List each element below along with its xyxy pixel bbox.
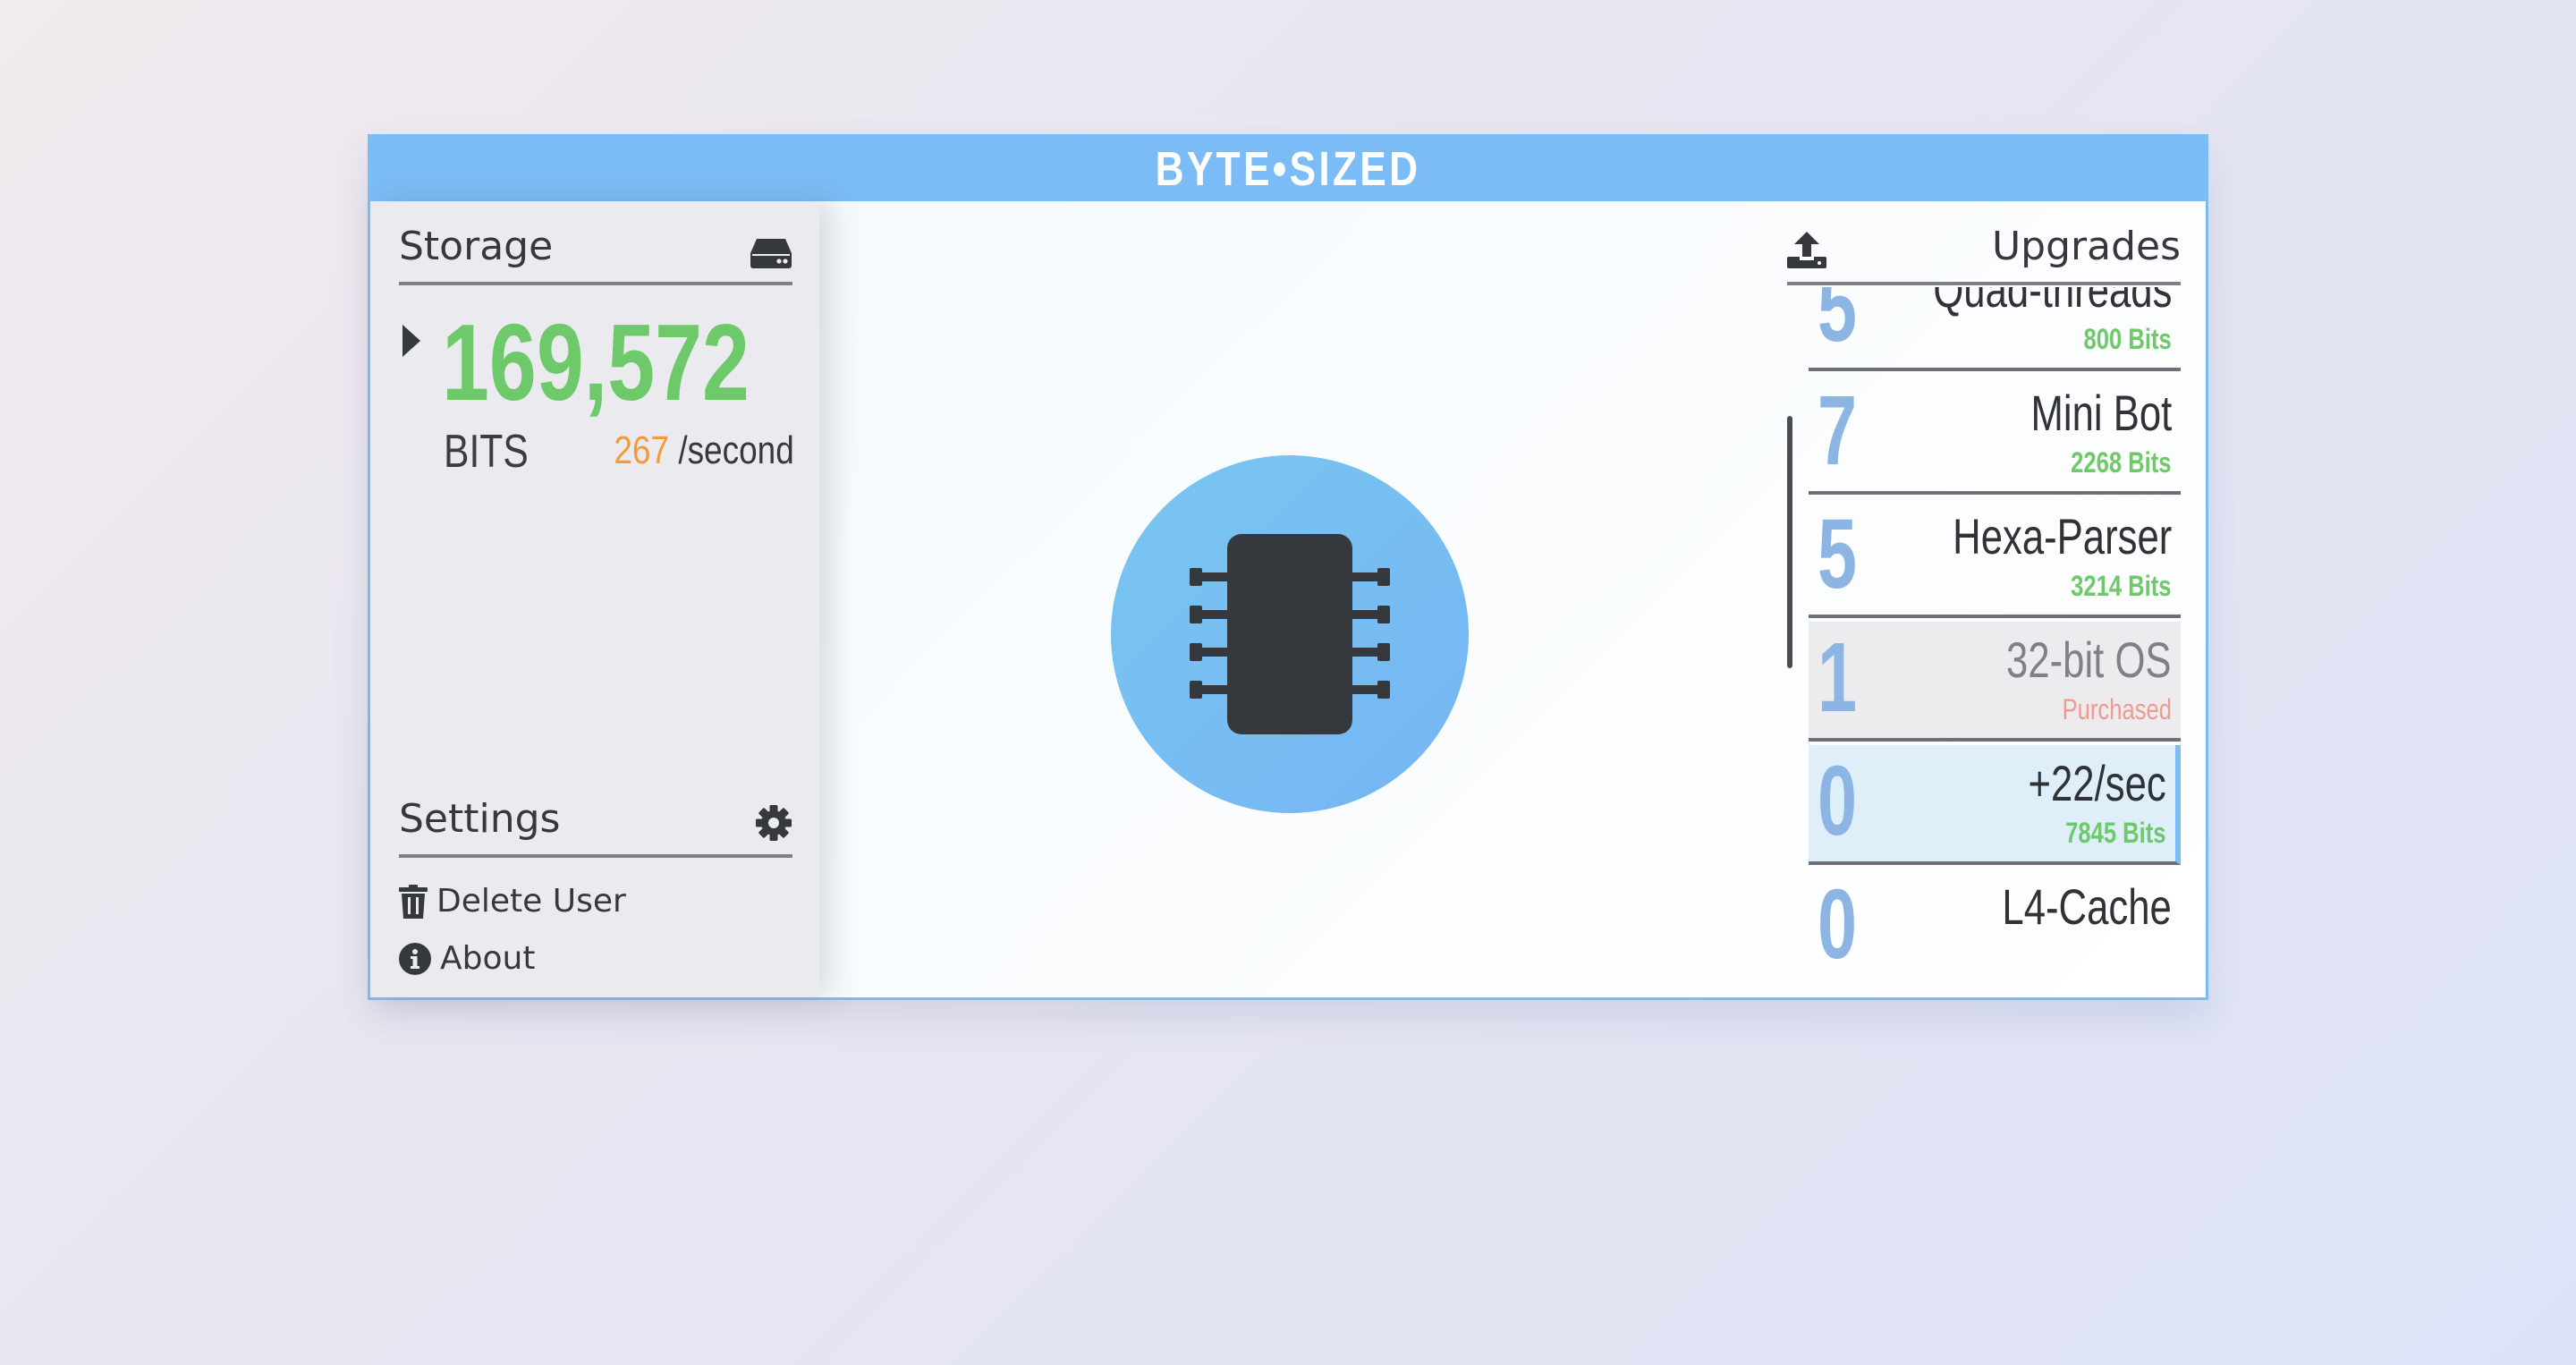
storage-header: Storage — [399, 201, 792, 285]
upgrade-name: L4-Cache — [2002, 878, 2172, 935]
upgrades-scrollbar[interactable] — [1787, 416, 1792, 668]
gear-icon — [755, 804, 792, 842]
delete-user-label: Delete User — [436, 883, 626, 920]
upgrade-count: 0 — [1818, 746, 1858, 856]
upgrade-name: Hexa-Parser — [1952, 508, 2172, 564]
microchip-icon — [1190, 534, 1390, 734]
upgrade-count: 5 — [1818, 499, 1858, 609]
chip-clicker-button[interactable] — [1111, 455, 1469, 813]
about-button[interactable]: About — [399, 940, 535, 977]
upgrades-header: Upgrades — [1787, 201, 2181, 285]
upgrade-item-quad-threads[interactable]: 5 Quad-threads 800 Bits — [1809, 287, 2181, 371]
storage-settings-panel: Storage 169,572 BITS 267 /second Setting… — [370, 201, 819, 997]
about-label: About — [440, 940, 536, 977]
upgrade-count: 5 — [1818, 287, 1858, 362]
game-window: BYTE•SIZED Storage 169,572 BITS 267 /sec… — [368, 134, 2208, 1000]
hard-drive-icon — [750, 237, 792, 269]
info-icon — [399, 942, 431, 975]
upgrade-count: 1 — [1818, 623, 1858, 733]
settings-title: Settings — [399, 796, 561, 842]
upgrade-item-hexa-parser[interactable]: 5 Hexa-Parser 3214 Bits — [1809, 498, 2181, 618]
upload-icon — [1787, 230, 1826, 269]
upgrade-cost: 800 Bits — [2083, 323, 2172, 355]
upgrade-name: 32-bit OS — [2006, 632, 2172, 688]
storage-title: Storage — [399, 224, 554, 269]
upgrade-count: 0 — [1818, 869, 1858, 961]
upgrades-list: 5 Quad-threads 800 Bits 7 Mini Bot 2268 … — [1809, 287, 2181, 960]
upgrade-count: 7 — [1818, 376, 1858, 486]
upgrade-item-plus-22-sec[interactable]: 0 +22/sec 7845 Bits — [1809, 745, 2181, 865]
upgrade-name: Mini Bot — [2030, 385, 2172, 441]
expand-arrow-icon[interactable] — [401, 323, 422, 362]
upgrade-item-32-bit-os[interactable]: 1 32-bit OS Purchased — [1809, 622, 2181, 742]
rate-value: 267 — [614, 428, 670, 472]
bits-rate: 267 /second — [614, 428, 794, 473]
upgrade-status: Purchased — [2062, 693, 2172, 725]
app-title: BYTE•SIZED — [1155, 142, 1421, 196]
upgrade-cost: 3214 Bits — [2071, 570, 2172, 602]
upgrade-cost: 7845 Bits — [2065, 817, 2166, 849]
bits-label: BITS — [444, 426, 529, 478]
settings-header: Settings — [399, 774, 792, 858]
upgrade-cost: 2268 Bits — [2071, 446, 2172, 479]
bits-counter: 169,572 — [442, 301, 750, 423]
upgrade-name: Quad-threads — [1932, 287, 2172, 318]
upgrade-name: +22/sec — [2028, 755, 2166, 811]
title-bar: BYTE•SIZED — [370, 137, 2206, 201]
upgrade-item-l4-cache[interactable]: 0 L4-Cache — [1809, 869, 2181, 961]
upgrade-item-mini-bot[interactable]: 7 Mini Bot 2268 Bits — [1809, 375, 2181, 495]
trash-icon — [399, 884, 428, 919]
rate-unit: /second — [678, 428, 794, 472]
upgrades-title: Upgrades — [1991, 224, 2181, 269]
upgrades-panel: Upgrades 5 Quad-threads 800 Bits 7 Mini … — [1787, 201, 2190, 997]
delete-user-button[interactable]: Delete User — [399, 883, 626, 920]
main-area: Storage 169,572 BITS 267 /second Setting… — [370, 201, 2206, 997]
